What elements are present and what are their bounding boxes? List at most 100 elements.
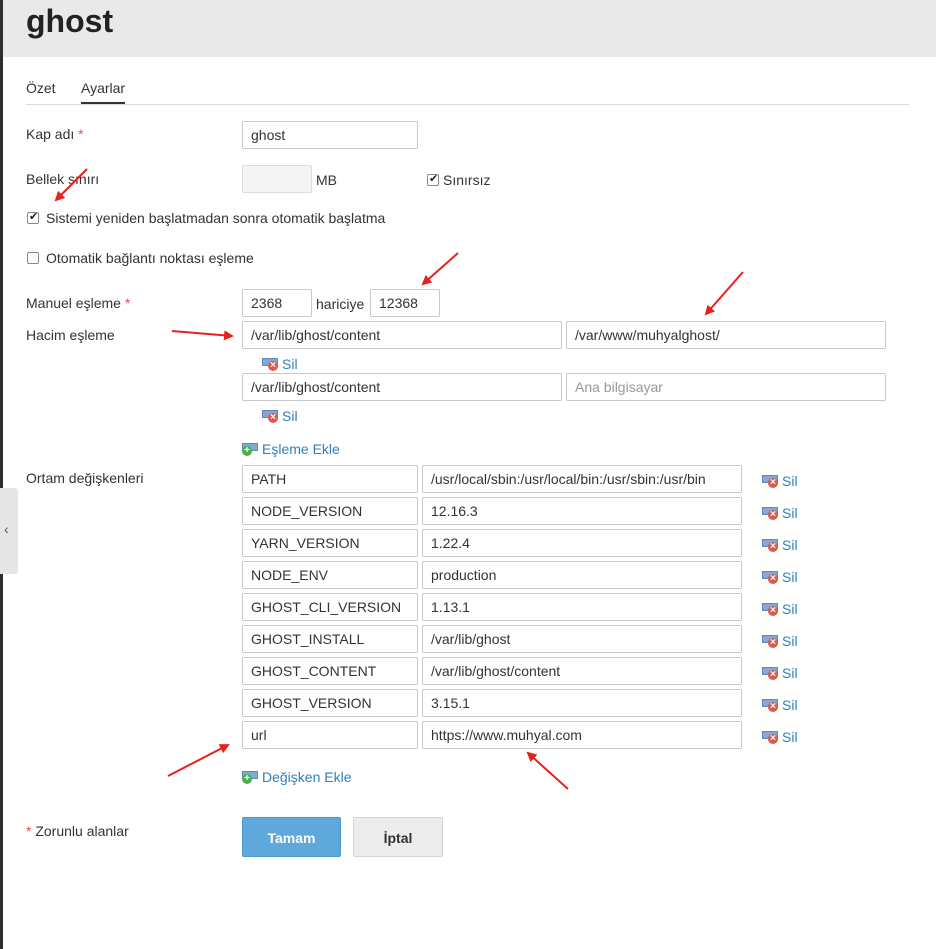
required-mark: * bbox=[124, 295, 131, 311]
add-variable-label: Değişken Ekle bbox=[262, 769, 352, 785]
delete-variable-icon bbox=[762, 570, 778, 584]
env-var-value-input[interactable]: 12.16.3 bbox=[422, 497, 742, 525]
add-mapping-button[interactable]: Eşleme Ekle bbox=[242, 441, 340, 457]
annotation-arrow bbox=[167, 744, 230, 777]
memory-limit-label: Bellek sınırı bbox=[26, 171, 100, 187]
delete-mapping-icon bbox=[262, 357, 278, 371]
annotation-arrow bbox=[526, 751, 569, 790]
delete-variable-icon bbox=[762, 698, 778, 712]
chevron-left-icon: ‹ bbox=[4, 521, 9, 537]
delete-variable-icon bbox=[762, 538, 778, 552]
auto-port-mapping-checkbox[interactable] bbox=[27, 252, 39, 264]
auto-start-checkbox[interactable] bbox=[27, 210, 39, 224]
volume-mapping-label: Hacim eşleme bbox=[26, 327, 115, 343]
container-name-input[interactable]: ghost bbox=[242, 121, 418, 149]
env-var-name-input[interactable]: NODE_VERSION bbox=[242, 497, 418, 525]
env-var-name-input[interactable]: GHOST_CONTENT bbox=[242, 657, 418, 685]
env-var-delete-button[interactable]: Sil bbox=[762, 473, 798, 489]
delete-label: Sil bbox=[282, 356, 298, 372]
annotation-arrow bbox=[171, 330, 234, 341]
auto-port-mapping-label: Otomatik bağlantı noktası eşleme bbox=[46, 250, 254, 266]
env-var-value-input[interactable]: /usr/local/sbin:/usr/local/bin:/usr/sbin… bbox=[422, 465, 742, 493]
delete-label: Sil bbox=[782, 505, 798, 521]
delete-label: Sil bbox=[782, 697, 798, 713]
annotation-arrow bbox=[704, 271, 744, 316]
manual-mapping-label: Manuel eşleme * bbox=[26, 295, 130, 311]
add-mapping-icon bbox=[242, 442, 258, 456]
tab-settings[interactable]: Ayarlar bbox=[81, 80, 126, 104]
env-var-name-input[interactable]: url bbox=[242, 721, 418, 749]
env-var-delete-button[interactable]: Sil bbox=[762, 633, 798, 649]
page-header: ghost bbox=[3, 0, 936, 57]
delete-variable-icon bbox=[762, 506, 778, 520]
env-vars-label: Ortam değişkenleri bbox=[26, 470, 144, 486]
env-var-value-input[interactable]: /var/lib/ghost/content bbox=[422, 657, 742, 685]
required-mark: * bbox=[78, 126, 84, 142]
external-port-input[interactable]: 12368 bbox=[370, 289, 440, 317]
add-mapping-label: Eşleme Ekle bbox=[262, 441, 340, 457]
delete-label: Sil bbox=[782, 537, 798, 553]
env-var-value-input[interactable]: 1.22.4 bbox=[422, 529, 742, 557]
env-var-name-input[interactable]: GHOST_INSTALL bbox=[242, 625, 418, 653]
memory-limit-input[interactable] bbox=[242, 165, 312, 193]
volume-host-path-input[interactable]: Ana bilgisayar bbox=[566, 373, 886, 401]
env-var-delete-button[interactable]: Sil bbox=[762, 665, 798, 681]
add-variable-icon bbox=[242, 770, 258, 784]
delete-variable-icon bbox=[762, 666, 778, 680]
delete-variable-icon bbox=[762, 474, 778, 488]
env-var-value-input[interactable]: https://www.muhyal.com bbox=[422, 721, 742, 749]
delete-label: Sil bbox=[782, 729, 798, 745]
volume-delete-button[interactable]: Sil bbox=[262, 356, 298, 372]
unlimited-label: Sınırsız bbox=[443, 172, 491, 188]
env-var-value-input[interactable]: 1.13.1 bbox=[422, 593, 742, 621]
volume-delete-button[interactable]: Sil bbox=[262, 408, 298, 424]
container-name-label: Kap adı * bbox=[26, 126, 84, 142]
sidebar-toggle[interactable]: ‹ bbox=[0, 488, 18, 574]
env-var-value-input[interactable]: 3.15.1 bbox=[422, 689, 742, 717]
delete-label: Sil bbox=[782, 569, 798, 585]
port-separator-label: hariciye bbox=[316, 296, 365, 312]
delete-label: Sil bbox=[782, 601, 798, 617]
delete-label: Sil bbox=[782, 473, 798, 489]
required-fields-note: * Zorunlu alanlar bbox=[26, 823, 129, 839]
cancel-button[interactable]: İptal bbox=[353, 817, 443, 857]
volume-host-path-input[interactable]: /var/www/muhyalghost/ bbox=[566, 321, 886, 349]
env-var-name-input[interactable]: GHOST_VERSION bbox=[242, 689, 418, 717]
env-var-delete-button[interactable]: Sil bbox=[762, 505, 798, 521]
env-var-delete-button[interactable]: Sil bbox=[762, 569, 798, 585]
env-var-name-input[interactable]: PATH bbox=[242, 465, 418, 493]
env-var-name-input[interactable]: NODE_ENV bbox=[242, 561, 418, 589]
auto-start-label: Sistemi yeniden başlatmadan sonra otomat… bbox=[46, 210, 386, 226]
delete-variable-icon bbox=[762, 602, 778, 616]
delete-variable-icon bbox=[762, 730, 778, 744]
ok-button[interactable]: Tamam bbox=[242, 817, 341, 857]
left-window-edge bbox=[0, 0, 3, 949]
delete-label: Sil bbox=[782, 633, 798, 649]
env-var-name-input[interactable]: YARN_VERSION bbox=[242, 529, 418, 557]
container-name-label-text: Kap adı bbox=[26, 126, 75, 142]
add-variable-button[interactable]: Değişken Ekle bbox=[242, 769, 352, 785]
memory-unit-label: MB bbox=[316, 172, 337, 188]
volume-container-path-input[interactable]: /var/lib/ghost/content bbox=[242, 321, 562, 349]
env-var-delete-button[interactable]: Sil bbox=[762, 697, 798, 713]
tab-bar: Özet Ayarlar bbox=[26, 80, 909, 105]
required-note-text: Zorunlu alanlar bbox=[35, 823, 129, 839]
volume-container-path-input[interactable]: /var/lib/ghost/content bbox=[242, 373, 562, 401]
tab-summary[interactable]: Özet bbox=[26, 80, 56, 102]
required-mark: * bbox=[26, 823, 32, 839]
manual-mapping-label-text: Manuel eşleme bbox=[26, 295, 121, 311]
env-var-delete-button[interactable]: Sil bbox=[762, 537, 798, 553]
env-var-value-input[interactable]: production bbox=[422, 561, 742, 589]
unlimited-checkbox[interactable] bbox=[427, 172, 439, 186]
page-title: ghost bbox=[26, 3, 114, 39]
delete-label: Sil bbox=[782, 665, 798, 681]
env-var-delete-button[interactable]: Sil bbox=[762, 601, 798, 617]
delete-mapping-icon bbox=[262, 409, 278, 423]
env-var-delete-button[interactable]: Sil bbox=[762, 729, 798, 745]
delete-variable-icon bbox=[762, 634, 778, 648]
annotation-arrow bbox=[421, 252, 459, 286]
env-var-name-input[interactable]: GHOST_CLI_VERSION bbox=[242, 593, 418, 621]
env-var-value-input[interactable]: /var/lib/ghost bbox=[422, 625, 742, 653]
delete-label: Sil bbox=[282, 408, 298, 424]
internal-port-input[interactable]: 2368 bbox=[242, 289, 312, 317]
